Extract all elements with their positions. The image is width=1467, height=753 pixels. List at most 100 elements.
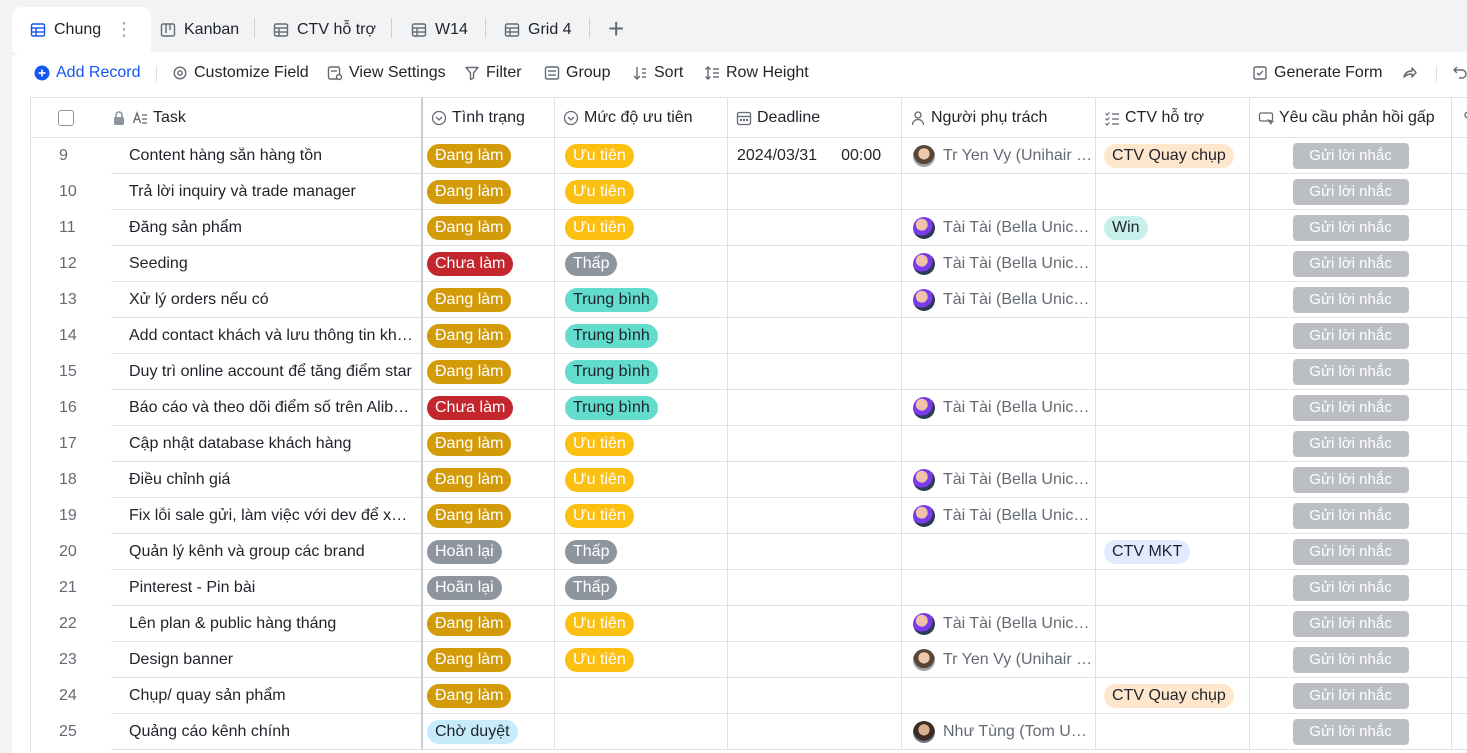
- task-cell[interactable]: Add contact khách và lưu thông tin khách…: [111, 318, 423, 354]
- owner-cell[interactable]: [902, 570, 1096, 606]
- filter-button[interactable]: Filter: [464, 64, 522, 82]
- priority-cell[interactable]: Ưu tiên: [555, 138, 728, 174]
- priority-cell[interactable]: Thấp: [555, 246, 728, 282]
- deadline-cell[interactable]: [728, 246, 902, 282]
- deadline-cell[interactable]: [728, 678, 902, 714]
- owner-cell[interactable]: Tài Tài (Bella Unicorn): [902, 282, 1096, 318]
- task-cell[interactable]: Lên plan & public hàng tháng: [111, 606, 423, 642]
- deadline-cell[interactable]: [728, 606, 902, 642]
- ctv-cell[interactable]: [1096, 498, 1250, 534]
- owner-cell[interactable]: Tài Tài (Bella Unicorn): [902, 498, 1096, 534]
- next-column-cell[interactable]: [1452, 462, 1467, 498]
- table-row[interactable]: 20 Quản lý kênh và group các brand Hoãn lạ…: [31, 534, 1467, 570]
- priority-cell[interactable]: Ưu tiên: [555, 210, 728, 246]
- table-row[interactable]: 10 Trả lời inquiry và trade manager Đang l…: [31, 174, 1467, 210]
- deadline-cell[interactable]: [728, 426, 902, 462]
- status-cell[interactable]: Hoãn lại: [423, 534, 555, 570]
- status-cell[interactable]: Chưa làm: [423, 390, 555, 426]
- next-column-cell[interactable]: [1452, 138, 1467, 174]
- priority-cell[interactable]: Trung bình: [555, 318, 728, 354]
- status-cell[interactable]: Đang làm: [423, 498, 555, 534]
- send-reminder-button[interactable]: Gửi lời nhắc: [1292, 322, 1409, 349]
- priority-cell[interactable]: Ưu tiên: [555, 498, 728, 534]
- priority-cell[interactable]: Ưu tiên: [555, 606, 728, 642]
- share-button[interactable]: [1402, 64, 1418, 80]
- priority-cell[interactable]: Trung bình: [555, 354, 728, 390]
- next-column-cell[interactable]: [1452, 426, 1467, 462]
- ctv-cell[interactable]: [1096, 390, 1250, 426]
- send-reminder-button[interactable]: Gửi lời nhắc: [1292, 502, 1409, 529]
- priority-cell[interactable]: Ưu tiên: [555, 426, 728, 462]
- ctv-cell[interactable]: [1096, 714, 1250, 750]
- ctv-cell[interactable]: CTV MKT: [1096, 534, 1250, 570]
- next-column-cell[interactable]: [1452, 534, 1467, 570]
- status-cell[interactable]: Đang làm: [423, 210, 555, 246]
- table-row[interactable]: 17 Cập nhật database khách hàng Đang làm Ưu…: [31, 426, 1467, 462]
- next-column-cell[interactable]: [1452, 210, 1467, 246]
- status-cell[interactable]: Đang làm: [423, 678, 555, 714]
- ctv-cell[interactable]: [1096, 174, 1250, 210]
- task-cell[interactable]: Design banner: [111, 642, 423, 678]
- priority-cell[interactable]: Ưu tiên: [555, 462, 728, 498]
- table-row[interactable]: 14 Add contact khách và lưu thông tin khá…: [31, 318, 1467, 354]
- header-owner[interactable]: Người phụ trách: [902, 98, 1096, 138]
- send-reminder-button[interactable]: Gửi lời nhắc: [1292, 214, 1409, 241]
- send-reminder-button[interactable]: Gửi lời nhắc: [1292, 574, 1409, 601]
- status-cell[interactable]: Đang làm: [423, 318, 555, 354]
- priority-cell[interactable]: Ưu tiên: [555, 174, 728, 210]
- task-cell[interactable]: Xử lý orders nếu có: [111, 282, 423, 318]
- tab-chung[interactable]: Chung ⋮: [12, 7, 152, 52]
- select-all-checkbox[interactable]: [58, 110, 74, 126]
- task-cell[interactable]: Content hàng sẵn hàng tồn: [111, 138, 423, 174]
- deadline-cell[interactable]: [728, 714, 902, 750]
- owner-cell[interactable]: Như Tùng (Tom Unicorn): [902, 714, 1096, 750]
- owner-cell[interactable]: Tr Yen Vy (Unihair Hair): [902, 138, 1096, 174]
- task-cell[interactable]: Quảng cáo kênh chính: [111, 714, 423, 750]
- customize-field-button[interactable]: Customize Field: [172, 64, 309, 82]
- more-icon[interactable]: ⋮: [115, 19, 133, 40]
- status-cell[interactable]: Đang làm: [423, 642, 555, 678]
- send-reminder-button[interactable]: Gửi lời nhắc: [1292, 178, 1409, 205]
- owner-cell[interactable]: [902, 354, 1096, 390]
- deadline-cell[interactable]: [728, 498, 902, 534]
- table-row[interactable]: 11 Đăng sản phẩm Đang làm Ưu tiên Tài Tài (B…: [31, 210, 1467, 246]
- tab-grid-4[interactable]: Grid 4: [504, 7, 572, 52]
- generate-form-button[interactable]: Generate Form: [1252, 64, 1382, 82]
- task-cell[interactable]: Fix lỗi sale gửi, làm việc với dev để xử…: [111, 498, 423, 534]
- priority-cell[interactable]: Thấp: [555, 570, 728, 606]
- undo-button[interactable]: [1452, 64, 1467, 80]
- priority-cell[interactable]: Ưu tiên: [555, 642, 728, 678]
- deadline-cell[interactable]: [728, 318, 902, 354]
- owner-cell[interactable]: Tài Tài (Bella Unicorn): [902, 246, 1096, 282]
- header-next-column[interactable]: [1452, 98, 1467, 138]
- table-row[interactable]: 18 Điều chỉnh giá Đang làm Ưu tiên Tài Tài (…: [31, 462, 1467, 498]
- status-cell[interactable]: Đang làm: [423, 138, 555, 174]
- next-column-cell[interactable]: [1452, 174, 1467, 210]
- table-row[interactable]: 15 Duy trì online account để tăng điểm st…: [31, 354, 1467, 390]
- deadline-cell[interactable]: [728, 174, 902, 210]
- send-reminder-button[interactable]: Gửi lời nhắc: [1292, 142, 1409, 169]
- next-column-cell[interactable]: [1452, 318, 1467, 354]
- table-row[interactable]: 19 Fix lỗi sale gửi, làm việc với dev để …: [31, 498, 1467, 534]
- deadline-cell[interactable]: 2024/03/31 00:00: [728, 138, 902, 174]
- task-cell[interactable]: Trả lời inquiry và trade manager: [111, 174, 423, 210]
- owner-cell[interactable]: Tài Tài (Bella Unicorn): [902, 462, 1096, 498]
- task-cell[interactable]: Điều chỉnh giá: [111, 462, 423, 498]
- sort-button[interactable]: Sort: [632, 64, 683, 82]
- next-column-cell[interactable]: [1452, 642, 1467, 678]
- send-reminder-button[interactable]: Gửi lời nhắc: [1292, 718, 1409, 745]
- send-reminder-button[interactable]: Gửi lời nhắc: [1292, 682, 1409, 709]
- send-reminder-button[interactable]: Gửi lời nhắc: [1292, 610, 1409, 637]
- table-row[interactable]: 22 Lên plan & public hàng tháng Đang làm Ưu…: [31, 606, 1467, 642]
- ctv-cell[interactable]: [1096, 246, 1250, 282]
- owner-cell[interactable]: [902, 318, 1096, 354]
- owner-cell[interactable]: [902, 534, 1096, 570]
- next-column-cell[interactable]: [1452, 282, 1467, 318]
- status-cell[interactable]: Đang làm: [423, 174, 555, 210]
- status-cell[interactable]: Chờ duyệt: [423, 714, 555, 750]
- ctv-cell[interactable]: CTV Quay chụp: [1096, 138, 1250, 174]
- priority-cell[interactable]: Trung bình: [555, 282, 728, 318]
- next-column-cell[interactable]: [1452, 498, 1467, 534]
- tab-w14[interactable]: W14: [411, 7, 468, 52]
- status-cell[interactable]: Đang làm: [423, 282, 555, 318]
